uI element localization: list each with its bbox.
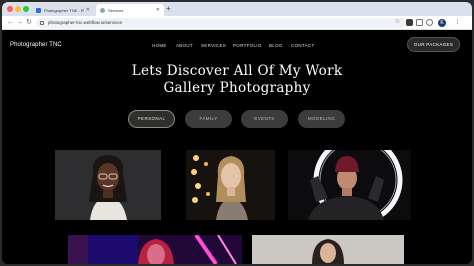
browser-window: Photographer TNE - Photog ✕ Services ✕ +… (2, 2, 472, 264)
nav-blog[interactable]: BLOG (269, 43, 283, 48)
browser-tab-1[interactable]: Photographer TNE - Photog ✕ (32, 4, 94, 16)
filter-personal-button[interactable]: PERSONAL (128, 110, 175, 128)
nav-portfolio[interactable]: PORTFOLIO (233, 43, 262, 48)
tab-title: Services (108, 7, 124, 13)
gallery-photo-1[interactable] (55, 150, 161, 220)
browser-toolbar: ← → ↻ photographer-tnc.webflow.io/servic… (2, 16, 472, 30)
address-bar[interactable]: photographer-tnc.webflow.io/services (36, 18, 406, 28)
portrait-lights-image (186, 150, 275, 220)
close-tab-icon[interactable]: ✕ (86, 7, 90, 13)
site-favicon-icon (100, 7, 105, 13)
url-text: photographer-tnc.webflow.io/services (48, 20, 123, 25)
portrait-ringlight-image (288, 150, 411, 220)
hero-heading-line-2: Gallery Photography (163, 80, 311, 96)
hero-heading-line-1: Lets Discover All Of My Work (131, 63, 343, 79)
profile-avatar[interactable]: K (438, 19, 446, 27)
site-info-icon[interactable] (40, 21, 44, 25)
our-packages-button[interactable]: OUR PACKAGES (407, 37, 460, 52)
new-tab-icon[interactable]: + (166, 4, 171, 14)
gallery-photo-4[interactable] (68, 235, 242, 264)
portrait-studio-image (252, 235, 404, 264)
tab-title: Photographer TNE - Photog (44, 7, 84, 13)
gallery-photo-3[interactable] (288, 150, 411, 220)
extensions-puzzle-icon[interactable] (416, 19, 423, 26)
filter-modeling-button[interactable]: MODELING (298, 110, 345, 128)
tab-strip: Photographer TNE - Photog ✕ Services ✕ + (2, 2, 472, 16)
gallery-photo-5[interactable] (252, 235, 404, 264)
portrait-neon-image (68, 235, 242, 264)
portrait-braids-image (55, 150, 161, 220)
extension-icon[interactable] (406, 19, 413, 26)
site-logo[interactable]: Photographer TNC (10, 42, 62, 48)
nav-home[interactable]: HOME (152, 43, 167, 48)
bookmark-star-icon[interactable]: ☆ (394, 19, 401, 26)
browser-tab-2[interactable]: Services ✕ (96, 4, 164, 16)
website-viewport: Photographer TNC HOME ABOUT SERVICES POR… (2, 30, 472, 264)
forward-arrow-icon[interactable]: → (16, 18, 23, 28)
reload-icon[interactable]: ↻ (26, 18, 32, 28)
minimize-window-button[interactable] (15, 6, 21, 12)
nav-about[interactable]: ABOUT (176, 43, 193, 48)
close-tab-icon[interactable]: ✕ (156, 7, 160, 13)
close-window-button[interactable] (7, 6, 13, 12)
filter-events-button[interactable]: EVENTS (241, 110, 288, 128)
maximize-window-button[interactable] (23, 6, 29, 12)
download-icon[interactable] (426, 19, 433, 26)
gallery-photo-2[interactable] (186, 150, 275, 220)
kebab-menu-icon[interactable]: ⋮ (454, 19, 461, 26)
nav-services[interactable]: SERVICES (201, 43, 226, 48)
back-arrow-icon[interactable]: ← (7, 18, 14, 28)
filter-family-button[interactable]: FAMILY (185, 110, 232, 128)
nav-contact[interactable]: CONTACT (291, 43, 315, 48)
webflow-favicon-icon (36, 7, 41, 13)
